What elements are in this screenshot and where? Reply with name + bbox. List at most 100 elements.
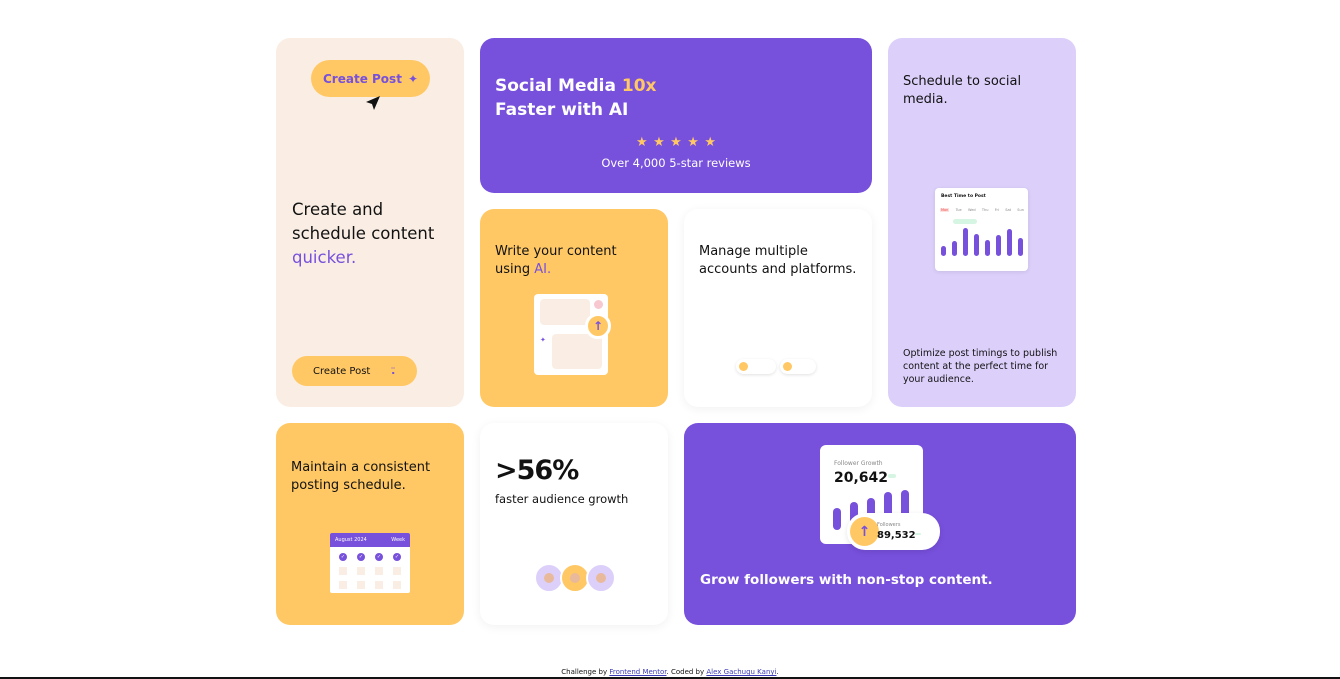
schedule-title: Schedule to social media.	[903, 74, 1022, 107]
days-row: Mon Tue Wed Thu Fri Sat Sun	[940, 208, 1024, 212]
schedule-subtitle: Optimize post timings to publish content…	[903, 348, 1058, 385]
follower-growth-value: 20,642	[834, 470, 889, 486]
follower-growth-bar	[833, 508, 841, 530]
create-post-button-bottom[interactable]: Create Post ▭ ▪	[292, 356, 417, 386]
write-title: Write your content using AI.	[495, 243, 655, 279]
calendar-slot	[357, 581, 365, 589]
social-media-card: Social Media 10x Faster with AI ★ ★ ★ ★ …	[480, 38, 872, 193]
write-title-part1: Write your content using	[495, 244, 617, 277]
calendar-header: August 2024 Week	[330, 533, 410, 547]
maintain-schedule-card: Maintain a consistent posting schedule. …	[276, 423, 464, 625]
check-icon: ✓	[375, 553, 383, 561]
followers-widget: ↑ Followers 89,532	[847, 513, 940, 550]
followers-value: 89,532	[877, 530, 916, 541]
calendar-slot	[357, 567, 365, 575]
growth-percent: >56%	[495, 455, 579, 486]
day-label: Fri	[994, 208, 999, 212]
day-label: Tue	[955, 208, 962, 212]
grow-title: Grow followers with non-stop content.	[700, 572, 993, 588]
account-chip-instagram[interactable]	[736, 359, 776, 374]
create-post-button-top[interactable]: Create Post ✦	[311, 60, 430, 97]
social-title-accent: 10x	[621, 76, 657, 96]
create-post-label: Create Post	[323, 71, 402, 86]
x-icon	[783, 362, 792, 371]
reviews-text: Over 4,000 5-star reviews	[601, 156, 751, 170]
account-chip-x[interactable]	[780, 359, 816, 374]
write-title-accent: AI.	[534, 262, 552, 277]
calendar-month: August 2024	[335, 537, 367, 543]
write-content-card: Write your content using AI. ✦ ↑	[480, 209, 668, 407]
calendar-view: Week	[391, 537, 405, 543]
instagram-icon	[739, 362, 748, 371]
sparkle-icon: ✦	[540, 336, 546, 344]
attribution-suffix: .	[776, 668, 779, 676]
best-time-bar	[963, 227, 968, 256]
audience-growth-card: >56% faster audience growth	[480, 423, 668, 625]
followers-badge	[915, 533, 921, 535]
calendar-mini-icon: ▭ ▪	[391, 365, 395, 375]
create-title-line1: Create and	[292, 200, 384, 219]
avatar	[586, 563, 616, 593]
chat-bubble-ai	[552, 334, 602, 369]
frontend-mentor-link[interactable]: Frontend Mentor	[609, 668, 666, 676]
social-title-part1: Social Media	[495, 76, 622, 96]
best-time-bar	[985, 239, 990, 256]
create-title: Create and schedule content quicker.	[292, 198, 452, 270]
manage-accounts-card: Manage multiple accounts and platforms.	[684, 209, 872, 407]
day-label: Wed	[967, 208, 976, 212]
best-time-bar	[996, 235, 1001, 256]
best-time-bar	[952, 241, 957, 256]
growth-badge	[888, 474, 896, 478]
best-time-bar	[941, 245, 946, 256]
send-arrow-icon[interactable]: ↑	[585, 313, 611, 339]
avatar-group	[534, 563, 616, 593]
social-title: Social Media 10x Faster with AI	[495, 74, 657, 122]
star-icon: ★	[653, 135, 665, 150]
calendar-widget: August 2024 Week ✓ ✓ ✓ ✓	[330, 533, 410, 593]
attribution-prefix: Challenge by	[561, 668, 610, 676]
calendar-slot	[393, 581, 401, 589]
attribution: Challenge by Frontend Mentor. Coded by A…	[0, 668, 1340, 676]
follower-growth-label: Follower Growth	[834, 460, 883, 467]
check-icon: ✓	[339, 553, 347, 561]
calendar-slot	[393, 567, 401, 575]
sparkle-icon: ✦	[407, 71, 418, 86]
check-icon: ✓	[393, 553, 401, 561]
rating-stars: ★ ★ ★ ★ ★	[636, 135, 716, 150]
cursor-icon	[366, 96, 380, 110]
bento-grid: Create Post ✦ Create and schedule conten…	[276, 38, 1076, 625]
calendar-slot-row	[330, 581, 410, 589]
best-time-tag	[953, 219, 977, 224]
day-label: Sun	[1017, 208, 1024, 212]
social-title-line2: Faster with AI	[495, 100, 629, 120]
best-time-bar	[1018, 238, 1023, 256]
calendar-slot	[375, 581, 383, 589]
best-time-bar	[1007, 229, 1012, 256]
create-post-bottom-label: Create Post	[313, 365, 371, 377]
check-icon: ✓	[357, 553, 365, 561]
calendar-slot	[339, 581, 347, 589]
best-time-bar	[974, 233, 979, 256]
create-title-line2: schedule content	[292, 224, 435, 243]
star-icon: ★	[704, 135, 716, 150]
star-icon: ★	[687, 135, 699, 150]
calendar-slot	[375, 567, 383, 575]
create-content-card: Create Post ✦ Create and schedule conten…	[276, 38, 464, 407]
best-time-title: Best Time to Post	[941, 194, 986, 199]
calendar-slot-row	[330, 567, 410, 575]
author-link[interactable]: Alex Gachugu Kanyi	[706, 668, 776, 676]
growth-subtitle: faster audience growth	[495, 492, 629, 506]
calendar-check-row: ✓ ✓ ✓ ✓	[330, 553, 410, 561]
chat-bubble-user	[540, 299, 590, 325]
day-label: Thu	[981, 208, 989, 212]
schedule-card: Schedule to social media. Best Time to P…	[888, 38, 1076, 407]
attribution-middle: . Coded by	[666, 668, 707, 676]
arrow-up-icon: ↑	[850, 517, 879, 546]
star-icon: ★	[636, 135, 648, 150]
followers-label: Followers	[877, 522, 901, 528]
calendar-slot	[339, 567, 347, 575]
create-title-accent: quicker.	[292, 248, 357, 267]
maintain-title: Maintain a consistent posting schedule.	[291, 460, 431, 493]
day-label: Mon	[940, 208, 950, 212]
avatar	[594, 300, 603, 309]
